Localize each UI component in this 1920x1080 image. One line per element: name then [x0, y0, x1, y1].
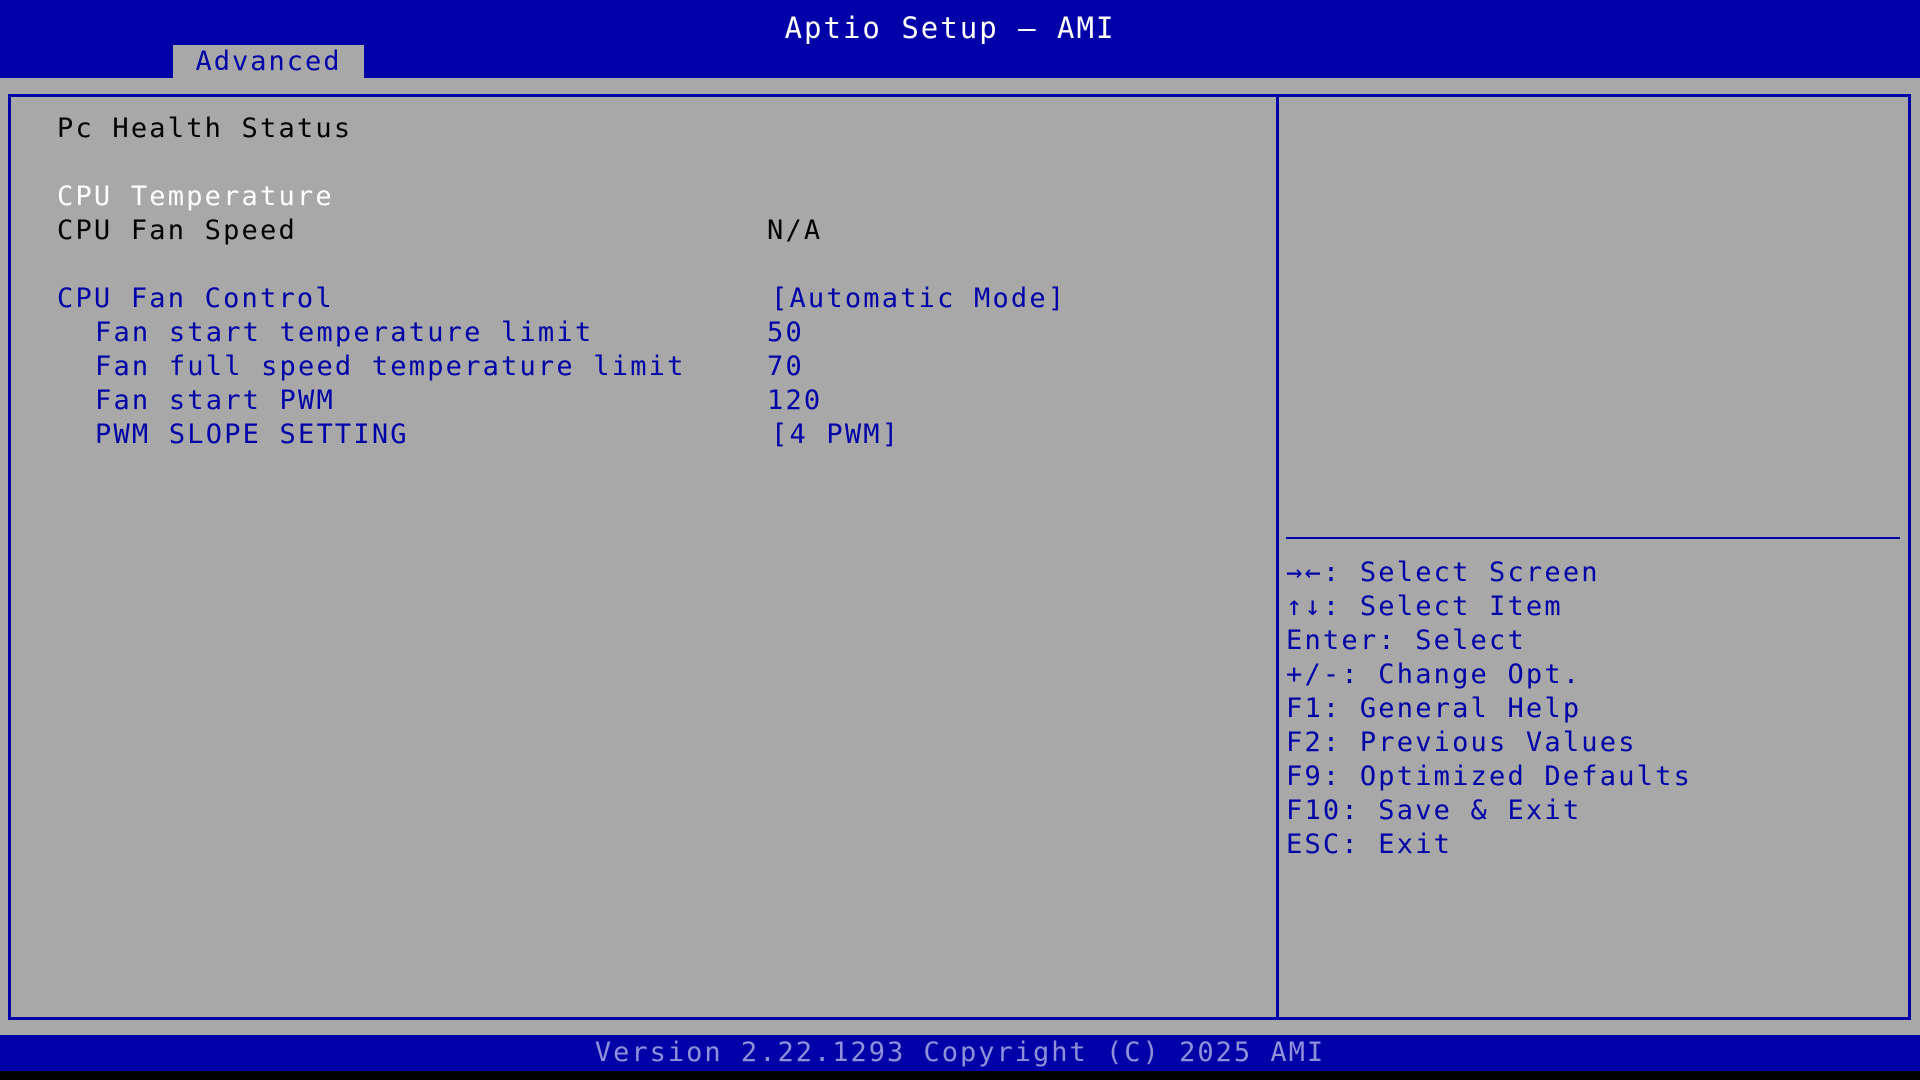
screen-bottom-edge [0, 1071, 1920, 1080]
version-footer: Version 2.22.1293 Copyright (C) 2025 AMI [0, 1035, 1920, 1071]
app-title: Aptio Setup – AMI [784, 11, 1116, 45]
item-pwm-slope-value[interactable]: [4 PWM] [771, 418, 900, 452]
help-change-opt: +/-: Change Opt. [1286, 659, 1582, 690]
help-enter-select: Enter: Select [1286, 625, 1526, 656]
item-cpu-fan-speed-label: CPU Fan Speed [57, 215, 297, 246]
item-cpu-temperature[interactable]: CPU Temperature [57, 180, 334, 214]
item-cpu-fan-speed-value: N/A [767, 215, 823, 246]
help-select-item: ↑↓: Select Item [1286, 591, 1563, 622]
tab-advanced[interactable]: Advanced [173, 45, 364, 78]
help-divider [1286, 537, 1900, 539]
help-select-screen: →←: Select Screen [1286, 557, 1600, 588]
section-title: Pc Health Status [57, 113, 353, 144]
help-previous-values: F2: Previous Values [1286, 727, 1637, 758]
help-save-exit: F10: Save & Exit [1286, 795, 1582, 826]
item-fan-start-pwm-label[interactable]: Fan start PWM [95, 384, 335, 418]
item-fan-start-temp-label[interactable]: Fan start temperature limit [95, 316, 593, 350]
item-fan-start-temp-value[interactable]: 50 [767, 316, 804, 350]
item-fan-full-speed-label[interactable]: Fan full speed temperature limit [95, 350, 686, 384]
footer-text: Version 2.22.1293 Copyright (C) 2025 AMI [594, 1037, 1326, 1068]
item-cpu-fan-control-label[interactable]: CPU Fan Control [57, 282, 334, 316]
help-general-help: F1: General Help [1286, 693, 1582, 724]
help-esc-exit: ESC: Exit [1286, 829, 1453, 860]
item-fan-start-pwm-value[interactable]: 120 [767, 384, 822, 418]
item-cpu-fan-control-value[interactable]: [Automatic Mode] [771, 282, 1066, 316]
help-optimized-defaults: F9: Optimized Defaults [1286, 761, 1693, 792]
item-fan-full-speed-value[interactable]: 70 [767, 350, 804, 384]
item-pwm-slope-label[interactable]: PWM SLOPE SETTING [95, 418, 409, 452]
